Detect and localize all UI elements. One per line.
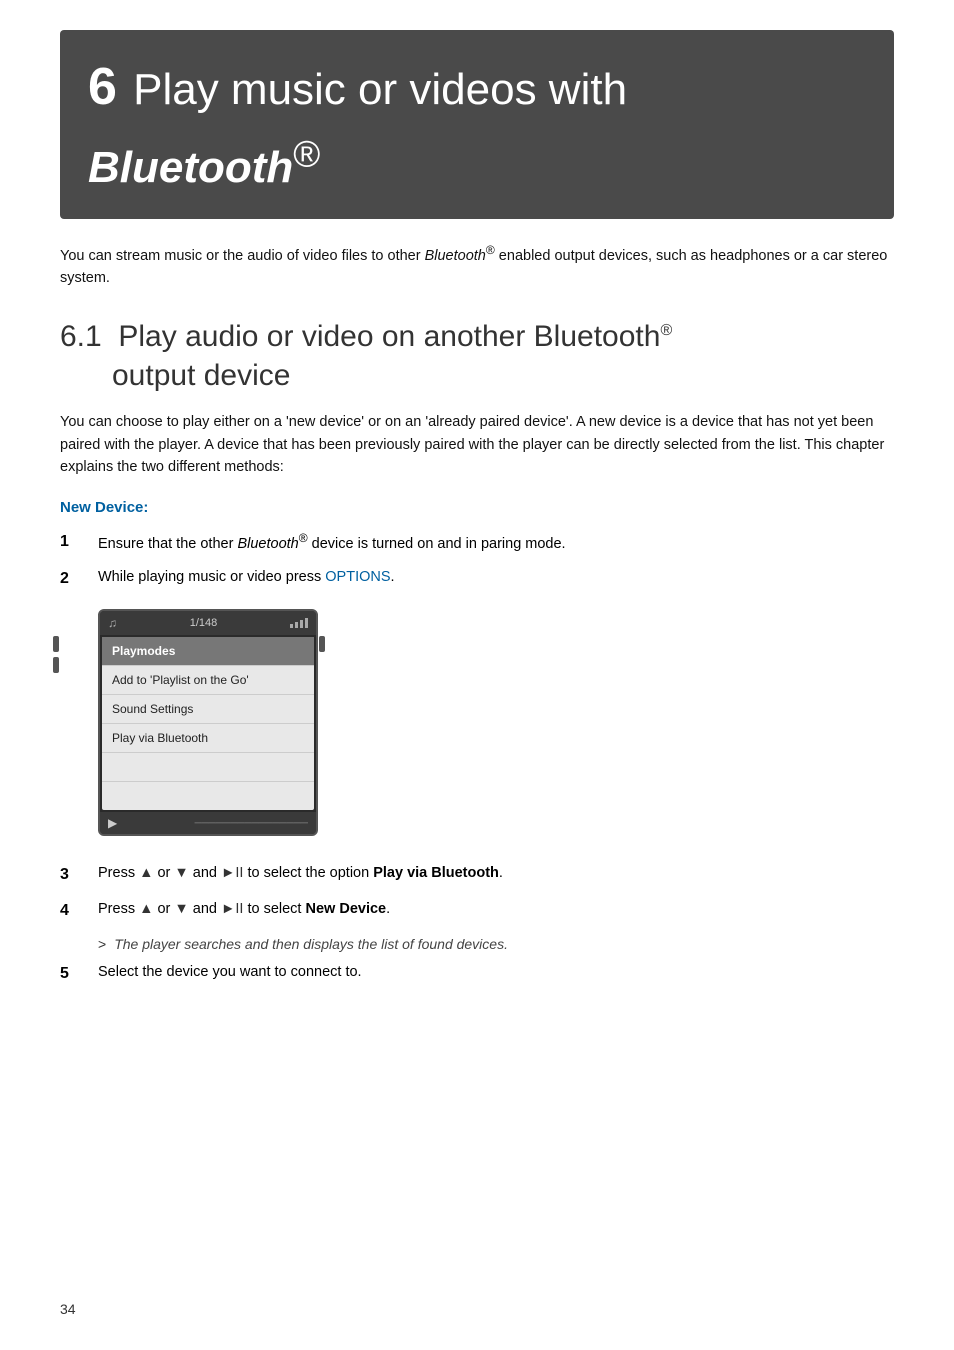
device-bottom-bar: ▶ ──────────────── bbox=[100, 812, 316, 834]
step1-bt-sup: ® bbox=[299, 531, 308, 545]
page-number: 34 bbox=[60, 1299, 76, 1320]
step-2-number: 2 bbox=[60, 566, 98, 592]
sub-result: The player searches and then displays th… bbox=[98, 934, 894, 955]
bottom-bar-text: ──────────────── bbox=[195, 816, 308, 831]
new-device-label: New Device bbox=[306, 901, 387, 917]
track-info: 1/148 bbox=[190, 615, 218, 632]
step-5-content: Select the device you want to connect to… bbox=[98, 961, 894, 983]
intro-paragraph: You can stream music or the audio of vid… bbox=[60, 241, 894, 290]
bar4 bbox=[305, 618, 308, 628]
menu-item-sound: Sound Settings bbox=[102, 695, 314, 724]
signal-bars bbox=[290, 618, 308, 628]
triangle-up-icon-3: ▲ bbox=[139, 865, 153, 881]
right-side-button bbox=[319, 636, 325, 652]
sub-result-text: The player searches and then displays th… bbox=[114, 934, 508, 955]
step-2-content: While playing music or video press OPTIO… bbox=[98, 566, 894, 588]
step-3: 3 Press ▲ or ▼ and ►II to select the opt… bbox=[60, 862, 894, 888]
step-3-number: 3 bbox=[60, 862, 98, 888]
device-mockup: ♫ 1/148 Playmodes Add to 'Playlist on th… bbox=[98, 609, 318, 836]
menu-item-bluetooth: Play via Bluetooth bbox=[102, 724, 314, 753]
intro-sup: ® bbox=[486, 243, 495, 257]
side-button-1 bbox=[53, 636, 59, 652]
triangle-up-icon-4: ▲ bbox=[139, 901, 153, 917]
menu-item-playmodes: Playmodes bbox=[102, 637, 314, 666]
menu-item-playlist: Add to 'Playlist on the Go' bbox=[102, 666, 314, 695]
step-1: 1 Ensure that the other Bluetooth® devic… bbox=[60, 529, 894, 555]
options-text: OPTIONS bbox=[325, 569, 390, 585]
chapter-title-italic: Bluetooth bbox=[88, 143, 293, 192]
step-1-number: 1 bbox=[60, 529, 98, 555]
bar3 bbox=[300, 620, 303, 628]
device-wrapper: ♫ 1/148 Playmodes Add to 'Playlist on th… bbox=[60, 601, 318, 844]
intro-bt: Bluetooth bbox=[425, 247, 486, 263]
step-3-content: Press ▲ or ▼ and ►II to select the optio… bbox=[98, 862, 894, 884]
device-menu: Playmodes Add to 'Playlist on the Go' So… bbox=[102, 637, 314, 810]
section-title: Play audio or video on another Bluetooth… bbox=[118, 320, 672, 353]
triangle-down-icon-4: ▼ bbox=[174, 901, 188, 917]
menu-item-empty2 bbox=[102, 782, 314, 810]
bar2 bbox=[295, 622, 298, 628]
steps-list-continued: 3 Press ▲ or ▼ and ►II to select the opt… bbox=[60, 862, 894, 924]
chapter-title: Play music or videos with Bluetooth® bbox=[88, 65, 627, 192]
step-5-list: 5 Select the device you want to connect … bbox=[60, 961, 894, 987]
sub-heading-new-device: New Device: bbox=[60, 497, 894, 520]
step1-bt-italic: Bluetooth bbox=[237, 536, 298, 552]
chapter-title-sup: ® bbox=[293, 133, 320, 174]
chapter-number: 6 bbox=[88, 58, 117, 116]
chapter-title-plain: Play music or videos with bbox=[133, 65, 627, 114]
chapter-header: 6 Play music or videos with Bluetooth® bbox=[60, 30, 894, 219]
step-2: 2 While playing music or video press OPT… bbox=[60, 566, 894, 592]
play-via-bluetooth-label: Play via Bluetooth bbox=[373, 865, 499, 881]
play-button-icon: ▶ bbox=[108, 814, 117, 832]
section-number: 6.1 bbox=[60, 320, 118, 353]
play-pause-icon-4: ►II bbox=[221, 901, 243, 917]
bar1 bbox=[290, 624, 293, 628]
menu-item-empty1 bbox=[102, 753, 314, 782]
step-5: 5 Select the device you want to connect … bbox=[60, 961, 894, 987]
intro-text-1: You can stream music or the audio of vid… bbox=[60, 247, 425, 263]
section-heading: 6.1 Play audio or video on another Bluet… bbox=[60, 317, 894, 395]
steps-list: 1 Ensure that the other Bluetooth® devic… bbox=[60, 529, 894, 591]
device-top-bar: ♫ 1/148 bbox=[100, 611, 316, 635]
side-button-right bbox=[319, 636, 325, 652]
side-button-2 bbox=[53, 657, 59, 673]
music-icon: ♫ bbox=[108, 614, 117, 632]
section-title-line2: output device bbox=[112, 356, 894, 395]
side-buttons bbox=[53, 636, 59, 673]
step-1-content: Ensure that the other Bluetooth® device … bbox=[98, 529, 894, 555]
body-text: You can choose to play either on a 'new … bbox=[60, 411, 894, 478]
play-pause-icon-3: ►II bbox=[221, 865, 243, 881]
triangle-down-icon-3: ▼ bbox=[174, 865, 188, 881]
step-5-number: 5 bbox=[60, 961, 98, 987]
step-4-content: Press ▲ or ▼ and ►II to select New Devic… bbox=[98, 898, 894, 920]
step-4: 4 Press ▲ or ▼ and ►II to select New Dev… bbox=[60, 898, 894, 924]
step-4-number: 4 bbox=[60, 898, 98, 924]
